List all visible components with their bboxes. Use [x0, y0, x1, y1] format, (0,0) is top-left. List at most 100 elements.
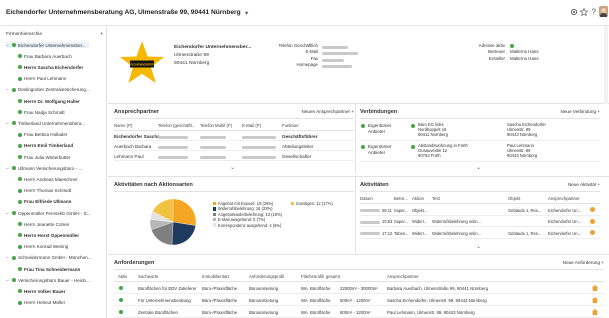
ak-column-header[interactable]: Aktion	[412, 196, 424, 201]
tree-item[interactable]: Frau Elfriede Ullmann	[12, 199, 71, 205]
status-dot	[12, 87, 16, 92]
help-icon[interactable]: ?	[590, 7, 598, 17]
an-column-header[interactable]: Ansprechpartner	[387, 274, 419, 279]
table-row[interactable]: 10:53 Super... Widerr... Widerrufsbelehrung…	[360, 216, 600, 227]
home-icon[interactable]	[592, 297, 598, 303]
connection-address-line: 90411 Nürnberg	[418, 132, 448, 138]
tree-item[interactable]: Herrn Jeanette Cohen	[12, 221, 69, 227]
tree-item[interactable]: – Ullmann Versicherungsbüro - ...	[6, 165, 82, 171]
tree-item[interactable]: Herrn Thomas Schmidt	[12, 188, 71, 194]
ak-column-header[interactable]: Text	[432, 196, 440, 201]
legend-label: Widerrufsbelehrung: 16 (23%)	[217, 206, 273, 212]
tree-item[interactable]: Herrn Sascha Eichendorfer	[12, 64, 83, 70]
requirement-area-range: 22000m² - 30000m²	[340, 286, 378, 291]
requirement-profile: Büroanmietung	[249, 310, 279, 315]
pie-slice[interactable]	[172, 198, 197, 226]
new-requirement-button[interactable]: Neue Anforderung +	[563, 260, 604, 265]
user-icon[interactable]	[590, 207, 595, 212]
tree-item[interactable]: Frau Julia Winterbutter	[12, 154, 70, 160]
new-contact-button[interactable]: Neuen Ansprechpartner +	[302, 109, 354, 114]
ap-column-header[interactable]: Telefon (geschäftl...	[158, 123, 195, 128]
new-connection-button[interactable]: Neue Verbindung +	[561, 109, 600, 114]
new-activity-button[interactable]: Neue Aktivität +	[568, 182, 600, 187]
sidebar-title: Firmenhierarchie	[6, 32, 42, 37]
legend-item[interactable]: Widerrufsbelehrung: 16 (23%)	[213, 206, 273, 211]
ap-more-button[interactable]: ⌄	[230, 164, 235, 171]
table-row[interactable]: 17:12 Taben... Widerr... Widerrufsbelehrung…	[360, 227, 600, 239]
legend-item[interactable]: Korrespondenz ausgehend: 4 (6%)	[213, 223, 281, 228]
company-street: Ulmenstraße 99	[174, 52, 209, 58]
legend-swatch	[213, 212, 217, 216]
table-row[interactable]: Auerbach Barbara Abteilungsleiter	[114, 141, 354, 151]
table-row[interactable]: Zentrale Büroflächen Büro-/Praxisfläche Bü…	[114, 306, 604, 318]
title-chevron[interactable]: ▾	[245, 9, 248, 17]
activity-subject: Super...	[394, 207, 409, 213]
contact-name: Auerbach Barbara	[114, 144, 152, 149]
tree-item[interactable]: Herrn Horst Oppenmüller	[12, 232, 79, 238]
home-icon[interactable]	[592, 309, 598, 315]
table-row[interactable]: Büroflächen für EDV Zulieferer Büro-/Prax…	[114, 282, 604, 294]
ap-column-header[interactable]: Telefon Mobil (F)	[200, 123, 232, 128]
table-row[interactable]: Für Unternehmensberatung Büro-/Praxisfläc…	[114, 294, 604, 306]
ak-column-header[interactable]: Objekt	[508, 196, 520, 201]
home-icon[interactable]	[592, 285, 598, 291]
tree-item[interactable]: – Dexlingruber Zentralversicherung...	[6, 87, 90, 93]
legend-item[interactable]: Sonstiges: 12 (17%)	[291, 201, 333, 206]
scrollbar[interactable]	[604, 26, 608, 104]
connection-type: Eigentümer Anbieter	[368, 122, 392, 134]
tree-item-label: Frau Barbara Auerbach	[24, 53, 72, 59]
tree-item[interactable]: Herrn Emil Timberland	[12, 143, 73, 149]
tree-item[interactable]: – Eichendorfer Unternehmensber...	[6, 42, 89, 49]
status-dot	[18, 99, 22, 104]
tree-item[interactable]: Frau Tina Schneidermann	[12, 266, 80, 272]
tree-item[interactable]: Herrn Konrad Weiring	[12, 244, 68, 250]
table-row[interactable]: Lehmann Paul Gesellschafter	[114, 151, 354, 161]
an-column-header[interactable]: Anforderungsprofil	[249, 274, 284, 279]
settings-icon[interactable]	[570, 8, 578, 16]
user-icon[interactable]	[590, 230, 595, 235]
table-row[interactable]: Eichendorfer Sascha Geschäftsführer	[114, 131, 354, 141]
legend-item[interactable]: Angebotswiderbelehrung: 13 (19%)	[213, 212, 282, 217]
tree-item[interactable]: Frau Barbara Auerbach	[12, 53, 72, 59]
vb-more-button[interactable]: ⌄	[476, 164, 481, 171]
ak-column-header[interactable]: Datum	[360, 196, 373, 201]
tree-item-label: Herrn Sascha Eichendorfer	[24, 64, 84, 70]
ap-column-header[interactable]: Name (P)	[114, 123, 132, 128]
tree-item[interactable]: Frau Bettina Hollader	[12, 132, 67, 138]
tree-item[interactable]: Herrn Volker Bauer	[12, 288, 66, 294]
active-check-icon	[119, 298, 124, 303]
tree-item[interactable]: – Oppenmüller Fernsehb GmbH - S...	[6, 210, 91, 216]
tree-item[interactable]: – Schneidermann GmbH - München...	[6, 255, 92, 261]
tree-item-label: Eichendorfer Unternehmensber...	[18, 42, 86, 48]
table-row[interactable]: 09:11 Super... Objekt... Gebäude 1, Res... E…	[360, 204, 600, 216]
ak-column-header[interactable]: Betre...	[394, 196, 408, 201]
pie-slice[interactable]	[171, 221, 196, 246]
tree-item[interactable]: – Timberland Unternehmensbera...	[6, 120, 85, 126]
tree-item[interactable]: Frau Nadja Schmidt	[12, 109, 65, 115]
ak-more-button[interactable]: ⌄	[476, 243, 481, 250]
an-column-header[interactable]: Suchworte	[138, 274, 158, 279]
tree-item[interactable]: Herrn Andreas Maeschner	[12, 176, 78, 182]
connection-row[interactable]: Eigentümer Anbieter Abstandswohnung in Fü…	[360, 141, 600, 162]
tree-item[interactable]: Herrn Helmut Müller	[12, 300, 65, 306]
tree-item[interactable]: Herrn Paul Lehmann	[12, 76, 66, 82]
ak-column-header[interactable]: Ansprechpartner	[548, 196, 580, 201]
avatar[interactable]	[599, 6, 608, 17]
legend-item[interactable]: E-Mail ausgehend: 5 (7%)	[213, 217, 265, 222]
connection-row[interactable]: Eigentümer Anbieter Büro EG links Nordkopp…	[360, 120, 600, 141]
legend-item[interactable]: Angebot mit Exposé: 19 (26%)	[213, 201, 273, 206]
an-column-header[interactable]: Flächenrofilr gesamt	[301, 274, 340, 279]
user-icon[interactable]	[590, 218, 595, 224]
sidebar-expand-button[interactable]: +	[100, 31, 103, 37]
sidebar: Firmenhierarchie + – Eichendorfer Unterne…	[0, 26, 107, 318]
ap-column-header[interactable]: E-Mail (P)	[242, 123, 261, 128]
ap-column-header[interactable]: Funktion	[282, 123, 298, 128]
tree-item-label: Frau Julia Winterbutter	[24, 154, 71, 160]
status-dot	[18, 65, 22, 70]
activity-time: 09:11	[382, 207, 392, 213]
an-column-header[interactable]: Aktiv	[118, 274, 127, 279]
an-column-header[interactable]: Immobilientart	[202, 274, 229, 279]
star-icon[interactable]	[580, 8, 588, 16]
tree-item[interactable]: – Versicherungsbüro Bauer - Heinb...	[6, 277, 90, 283]
tree-item[interactable]: Herrn Dr. Wolfgang Haller	[12, 98, 80, 104]
